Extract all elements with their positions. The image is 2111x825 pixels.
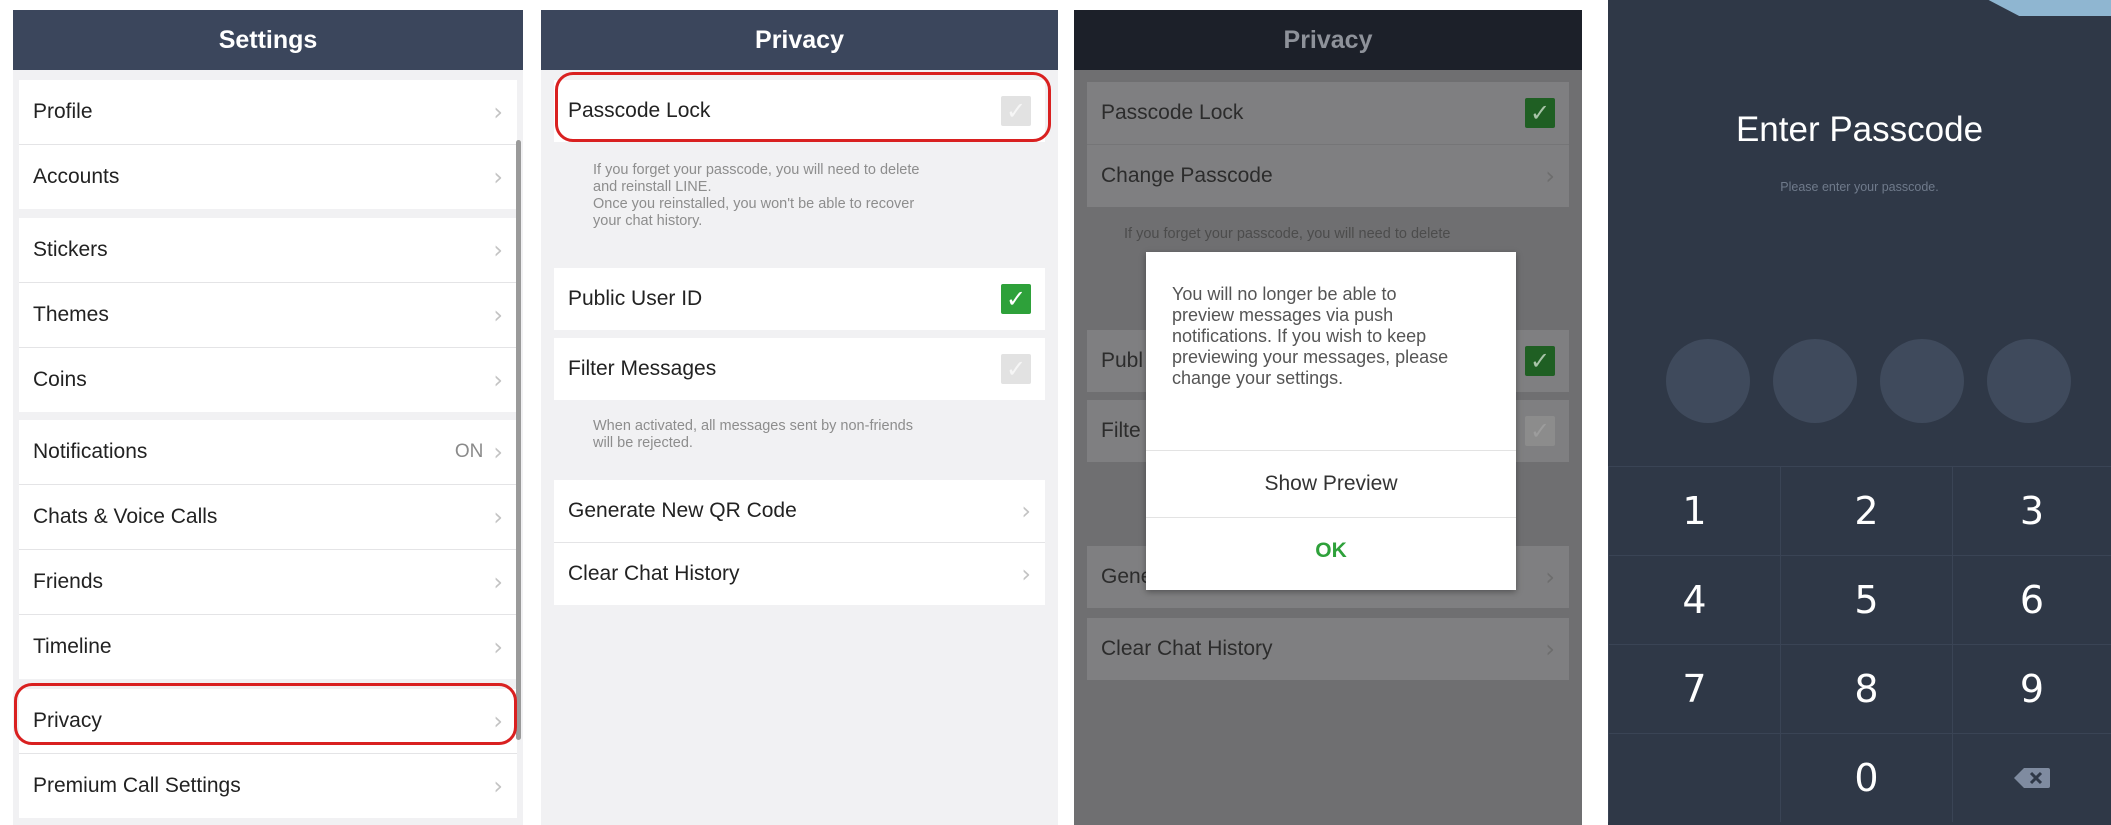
passcode-hint: If you forget your passcode, you will ne…	[593, 162, 920, 229]
key-4[interactable]: 4	[1608, 555, 1780, 644]
chevron-right-icon: ›	[493, 163, 503, 191]
key-8[interactable]: 8	[1780, 644, 1952, 733]
settings-title-bar: Settings	[13, 10, 523, 70]
settings-item-label: Accounts	[33, 165, 120, 188]
chevron-right-icon: ›	[493, 366, 503, 394]
chevron-right-icon: ›	[493, 236, 503, 264]
settings-item-stickers[interactable]: Stickers ›	[19, 218, 517, 282]
settings-item-accounts[interactable]: Accounts ›	[19, 145, 517, 209]
show-preview-button[interactable]: Show Preview	[1146, 451, 1516, 517]
privacy-dim-title: Privacy	[1283, 25, 1373, 54]
passcode-dot	[1666, 339, 1750, 423]
chevron-right-icon: ›	[493, 438, 503, 466]
scrollbar[interactable]	[516, 140, 521, 740]
passcode-hint: If you forget your passcode, you will ne…	[1124, 226, 1451, 242]
passcode-panel: Enter Passcode Please enter your passcod…	[1608, 0, 2111, 825]
notifications-status: ON	[454, 441, 484, 462]
settings-item-label: Coins	[33, 368, 87, 391]
chevron-right-icon: ›	[493, 772, 503, 800]
passcode-subtitle: Please enter your passcode.	[1780, 180, 1939, 194]
ok-label: OK	[1315, 539, 1347, 562]
privacy-highlight-ring	[14, 683, 517, 745]
chevron-right-icon: ›	[1545, 635, 1555, 663]
passcode-dot	[1773, 339, 1857, 423]
settings-item-chats-voice-calls[interactable]: Chats & Voice Calls ›	[19, 485, 517, 549]
passcode-title: Enter Passcode	[1735, 110, 1984, 149]
settings-item-label: Stickers	[33, 238, 108, 261]
chevron-right-icon: ›	[493, 98, 503, 126]
filter-messages-checkbox[interactable]: ✓	[1001, 354, 1031, 384]
settings-item-timeline[interactable]: Timeline ›	[19, 615, 517, 679]
passcode-dot	[1987, 339, 2071, 423]
key-1[interactable]: 1	[1608, 466, 1780, 555]
chevron-right-icon: ›	[1545, 162, 1555, 190]
push-preview-dialog: You will no longer be able to preview me…	[1146, 252, 1516, 590]
passcode-lock-highlight-ring	[555, 72, 1051, 142]
backspace-icon	[2014, 768, 2050, 788]
passcode-lock-row: Passcode Lock ✓	[1087, 82, 1569, 144]
key-2[interactable]: 2	[1780, 466, 1952, 555]
privacy-list: Passcode Lock ✓ If you forget your passc…	[541, 70, 1058, 825]
key-5[interactable]: 5	[1780, 555, 1952, 644]
change-passcode-label: Change Passcode	[1101, 164, 1273, 187]
filter-messages-row[interactable]: Filter Messages ✓	[554, 338, 1045, 400]
ok-button[interactable]: OK	[1146, 518, 1516, 584]
dialog-message: You will no longer be able to preview me…	[1172, 284, 1449, 388]
show-preview-label: Show Preview	[1264, 472, 1398, 495]
public-user-id-checkbox: ✓	[1525, 346, 1555, 376]
chevron-right-icon: ›	[493, 633, 503, 661]
privacy-title-bar: Privacy	[541, 10, 1058, 70]
key-7[interactable]: 7	[1608, 644, 1780, 733]
chevron-right-icon: ›	[1021, 560, 1031, 588]
settings-item-label: Notifications	[33, 440, 148, 463]
change-passcode-row: Change Passcode ›	[1087, 145, 1569, 207]
settings-item-premium-call-settings[interactable]: Premium Call Settings ›	[19, 754, 517, 818]
settings-item-notifications[interactable]: Notifications ON ›	[19, 420, 517, 484]
chevron-right-icon: ›	[1545, 563, 1555, 591]
settings-title: Settings	[218, 25, 318, 54]
backspace-key[interactable]	[1952, 733, 2111, 822]
chevron-right-icon: ›	[493, 301, 503, 329]
settings-item-profile[interactable]: Profile ›	[19, 80, 517, 144]
generate-qr-code-row[interactable]: Generate New QR Code ›	[554, 480, 1045, 542]
clear-chat-history-row: Clear Chat History ›	[1087, 618, 1569, 680]
public-user-id-row[interactable]: Public User ID ✓	[554, 268, 1045, 330]
clear-chat-history-label: Clear Chat History	[1101, 637, 1273, 660]
filter-hint: When activated, all messages sent by non…	[593, 418, 913, 451]
key-6[interactable]: 6	[1952, 555, 2111, 644]
settings-item-label: Profile	[33, 100, 93, 123]
passcode-lock-label: Passcode Lock	[1101, 101, 1244, 124]
public-user-id-label: Public User ID	[568, 287, 703, 310]
generate-qr-code-label: Generate New QR Code	[568, 499, 797, 522]
settings-item-themes[interactable]: Themes ›	[19, 283, 517, 347]
privacy-panel: Privacy Passcode Lock ✓ If you forget yo…	[541, 0, 1058, 825]
settings-item-label: Friends	[33, 570, 104, 593]
key-blank	[1608, 733, 1780, 822]
settings-item-coins[interactable]: Coins ›	[19, 348, 517, 412]
privacy-title: Privacy	[755, 25, 844, 54]
key-0[interactable]: 0	[1780, 733, 1952, 822]
settings-item-label: Timeline	[33, 635, 112, 658]
settings-item-friends[interactable]: Friends ›	[19, 550, 517, 614]
filter-messages-label: Filter Messages	[568, 357, 717, 380]
public-user-id-checkbox[interactable]: ✓	[1001, 284, 1031, 314]
numeric-keypad: 1 2 3 4 5 6 7 8 9 0	[1608, 466, 2111, 825]
settings-item-label: Premium Call Settings	[33, 774, 241, 797]
chevron-right-icon: ›	[493, 568, 503, 596]
settings-panel: Settings Profile › Accounts › Stickers ›…	[0, 0, 525, 825]
key-3[interactable]: 3	[1952, 466, 2111, 555]
settings-item-label: Chats & Voice Calls	[33, 505, 218, 528]
chevron-right-icon: ›	[1021, 497, 1031, 525]
settings-item-label: Themes	[33, 303, 109, 326]
passcode-lock-checkbox: ✓	[1525, 98, 1555, 128]
filter-messages-checkbox: ✓	[1525, 416, 1555, 446]
clear-chat-history-label: Clear Chat History	[568, 562, 740, 585]
key-9[interactable]: 9	[1952, 644, 2111, 733]
passcode-dot	[1880, 339, 1964, 423]
privacy-dim-title-bar: Privacy	[1074, 10, 1582, 70]
chevron-right-icon: ›	[493, 503, 503, 531]
clear-chat-history-row[interactable]: Clear Chat History ›	[554, 543, 1045, 605]
